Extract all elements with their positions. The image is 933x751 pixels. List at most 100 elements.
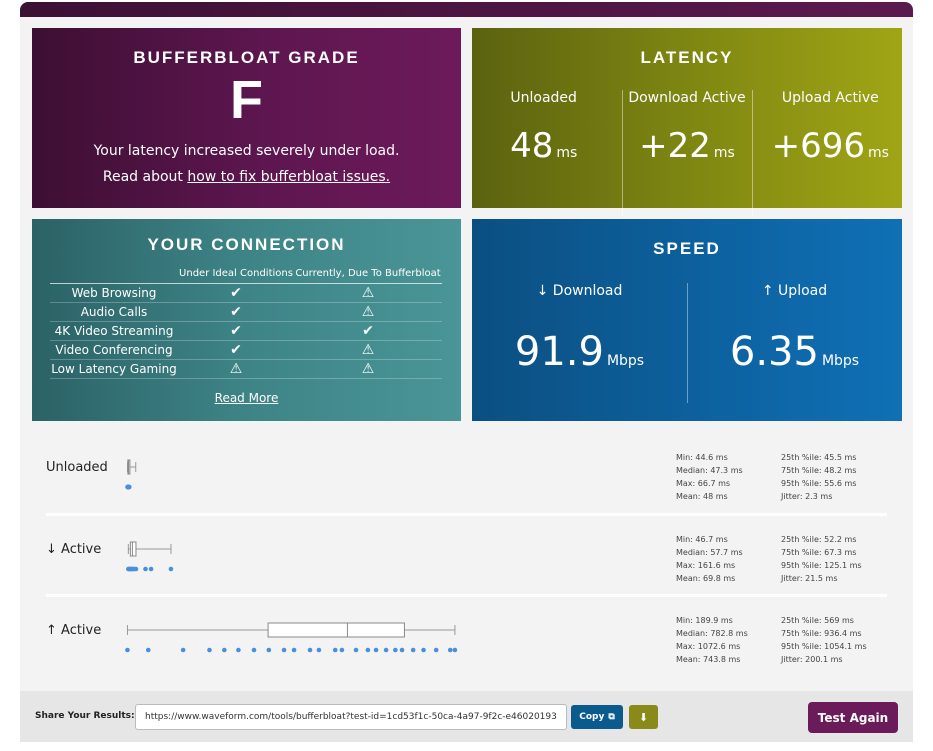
upload-value: 6.35 Mbps <box>729 329 860 375</box>
test-again-button[interactable]: Test Again <box>808 702 898 733</box>
speed-title: SPEED <box>653 239 721 258</box>
latency-download-active: Download Active +22 ms <box>615 90 758 218</box>
data-point <box>421 647 426 653</box>
data-point <box>133 566 139 572</box>
copy-button[interactable]: Copy ⧉ <box>571 705 623 729</box>
data-point <box>365 647 371 653</box>
check-icon: ✔ <box>178 302 294 322</box>
stat-line: Max: 161.6 ms <box>676 561 736 570</box>
grade-title: BUFFERBLOAT GRADE <box>133 48 360 67</box>
stat-line: Median: 47.3 ms <box>676 466 743 475</box>
check-icon: ✔ <box>294 321 442 341</box>
latency-title: LATENCY <box>640 48 734 67</box>
stat-line: 25th %ile: 569 ms <box>781 616 854 625</box>
stat-line: Mean: 69.8 ms <box>676 574 736 583</box>
speed-card: SPEED ↓ Download 91.9 Mbps ↑ Upload 6.35 M… <box>472 219 902 421</box>
read-more-link[interactable]: Read More <box>32 391 461 405</box>
stats-left: Min: 44.6 ms Median: 47.3 ms Max: 66.7 ms M… <box>676 451 743 503</box>
data-point <box>433 647 439 653</box>
connection-use-case: Audio Calls <box>50 302 178 322</box>
fix-bufferbloat-link[interactable]: how to fix bufferbloat issues. <box>187 169 390 185</box>
stat-line: Median: 782.8 ms <box>676 629 748 638</box>
connection-use-case: Low Latency Gaming <box>50 359 178 379</box>
stat-line: Min: 44.6 ms <box>676 453 728 462</box>
stats-right: 25th %ile: 569 ms 75th %ile: 936.4 ms 95th… <box>781 614 867 666</box>
data-point <box>222 647 227 653</box>
connection-row: Video Conferencing ✔ ⚠ <box>50 340 442 360</box>
data-point <box>447 647 453 653</box>
warning-icon: ⚠ <box>294 283 442 303</box>
header-blank <box>50 265 178 284</box>
grade-letter: F <box>230 70 263 130</box>
grade-message-block: Your latency increased severely under lo… <box>32 138 461 190</box>
data-point <box>383 647 389 653</box>
data-point <box>266 647 272 653</box>
check-icon: ✔ <box>178 283 294 303</box>
data-point <box>168 566 174 572</box>
latency-boxplot <box>115 454 590 504</box>
stat-line: 75th %ile: 936.4 ms <box>781 629 862 638</box>
latency-value: 48 ms <box>510 126 578 166</box>
share-bar: Share Your Results: Copy ⧉ ⬇ Test Again <box>20 691 913 742</box>
share-url-input[interactable] <box>135 704 567 730</box>
connection-table: Under Ideal Conditions Currently, Due To… <box>50 265 442 379</box>
data-point <box>339 647 345 653</box>
stat-line: 95th %ile: 55.6 ms <box>781 479 857 488</box>
data-point <box>353 647 359 653</box>
stats-left: Min: 189.9 ms Median: 782.8 ms Max: 1072.6… <box>676 614 748 666</box>
check-icon: ✔ <box>178 321 294 341</box>
latency-row-label: ↑ Active <box>46 623 102 638</box>
latency-label: Download Active <box>628 90 746 106</box>
warning-icon: ⚠ <box>294 340 442 360</box>
upload-speed: ↑ Upload 6.35 Mbps <box>687 283 902 375</box>
row-separator <box>46 513 887 516</box>
connection-use-case: Video Conferencing <box>50 340 178 360</box>
stat-line: Min: 46.7 ms <box>676 535 728 544</box>
grade-card: BUFFERBLOAT GRADE F Your latency increas… <box>32 28 461 208</box>
latency-row-label: ↓ Active <box>46 542 102 557</box>
latency-boxplot <box>115 536 590 586</box>
divider <box>752 90 753 216</box>
connection-use-case: 4K Video Streaming <box>50 321 178 341</box>
copy-icon: ⧉ <box>608 712 615 722</box>
download-speed: ↓ Download 91.9 Mbps <box>472 283 687 375</box>
download-button[interactable]: ⬇ <box>629 705 658 729</box>
data-point <box>143 566 148 572</box>
stat-line: Median: 57.7 ms <box>676 548 743 557</box>
check-icon: ✔ <box>178 340 294 360</box>
download-value: 91.9 Mbps <box>514 329 645 375</box>
data-point <box>180 647 186 653</box>
stats-left: Min: 46.7 ms Median: 57.7 ms Max: 161.6 ms… <box>676 533 743 585</box>
stat-line: 25th %ile: 45.5 ms <box>781 453 857 462</box>
stat-line: Max: 66.7 ms <box>676 479 731 488</box>
header-current: Currently, Due To Bufferbloat <box>294 265 442 284</box>
iqr-box <box>267 622 405 638</box>
stat-line: Mean: 48 ms <box>676 492 728 501</box>
stat-line: 95th %ile: 125.1 ms <box>781 561 862 570</box>
grade-read-about: Read about how to fix bufferbloat issues… <box>32 164 461 190</box>
warning-icon: ⚠ <box>178 359 294 379</box>
latency-unloaded: Unloaded 48 ms <box>472 90 615 218</box>
iqr-box <box>129 541 137 557</box>
stat-line: 75th %ile: 67.3 ms <box>781 548 857 557</box>
data-point <box>126 484 132 490</box>
connection-card: YOUR CONNECTION Under Ideal Conditions C… <box>32 219 461 421</box>
data-point <box>393 647 398 653</box>
copy-label: Copy <box>579 712 605 722</box>
divider <box>622 90 623 216</box>
download-label: ↓ Download <box>536 283 623 299</box>
latency-columns: Unloaded 48 ms Download Active +22 ms Uplo… <box>472 90 902 218</box>
header-ideal: Under Ideal Conditions <box>178 265 294 284</box>
data-point <box>251 647 257 653</box>
stat-line: Min: 189.9 ms <box>676 616 733 625</box>
upload-label: ↑ Upload <box>761 283 828 299</box>
warning-icon: ⚠ <box>294 359 442 379</box>
stat-line: Jitter: 2.3 ms <box>781 492 833 501</box>
warning-icon: ⚠ <box>294 302 442 322</box>
connection-row: Audio Calls ✔ ⚠ <box>50 302 442 322</box>
stat-line: Jitter: 200.1 ms <box>781 655 843 664</box>
latency-boxplot <box>115 617 590 667</box>
connection-row: 4K Video Streaming ✔ ✔ <box>50 321 442 341</box>
stats-right: 25th %ile: 52.2 ms 75th %ile: 67.3 ms 95th… <box>781 533 862 585</box>
latency-upload-active: Upload Active +696 ms <box>759 90 902 218</box>
